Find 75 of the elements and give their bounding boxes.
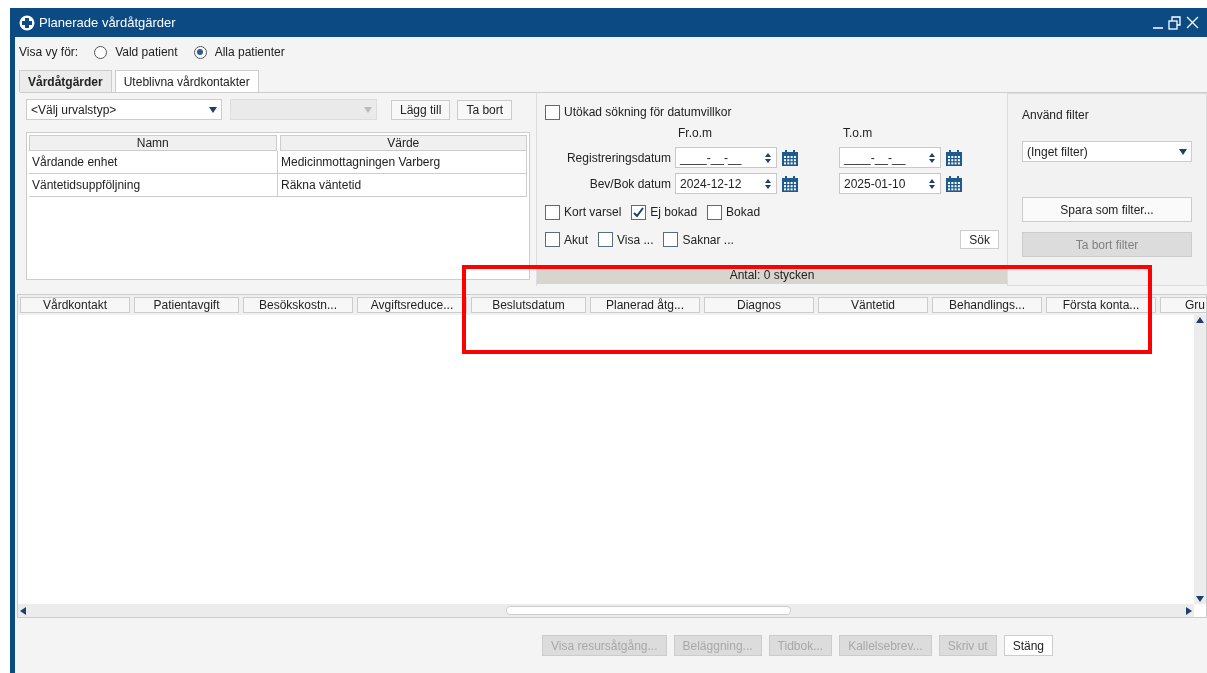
selection-type-dropdown[interactable]: <Välj urvalstyp> <box>26 99 222 120</box>
checkbox-label: Akut <box>564 231 588 249</box>
spinner-icon[interactable] <box>764 151 772 164</box>
checkbox[interactable] <box>545 204 560 220</box>
caret-icon <box>364 106 372 113</box>
filter-button[interactable]: Spara som filter... <box>1022 197 1192 222</box>
date-field[interactable]: ____-__-__ <box>675 147 777 168</box>
horizontal-scrollbar[interactable] <box>18 604 1194 617</box>
window-title: Planerade vårdåtgärder <box>39 13 176 32</box>
date-field[interactable]: ____-__-__ <box>839 147 941 168</box>
date-label: Bev/Bok datum <box>588 175 672 193</box>
column-header[interactable]: Besökskostn... <box>243 297 353 313</box>
radio-button[interactable] <box>193 45 207 59</box>
calendar-icon[interactable] <box>781 174 799 193</box>
to-label: T.o.m <box>843 125 873 142</box>
checkbox[interactable] <box>598 232 613 247</box>
radio-button[interactable] <box>94 45 108 59</box>
from-label: Fr.o.m <box>678 125 713 142</box>
checkbox-label: Saknar ... <box>682 231 734 249</box>
scroll-right-icon[interactable] <box>1186 606 1192 615</box>
filter-label: Använd filter <box>1022 107 1090 124</box>
spinner-icon[interactable] <box>764 177 772 190</box>
column-header[interactable]: Patientavgift <box>134 297 239 313</box>
table-cell: Räkna väntetid <box>278 174 527 196</box>
calendar-icon[interactable] <box>945 174 963 193</box>
table-cell: Vårdande enhet <box>29 151 278 173</box>
column-header[interactable]: Vårdkontakt <box>20 297 130 313</box>
column-header[interactable]: Första konta... <box>1046 297 1156 313</box>
checkbox-label: Utökad sökning för datumvillkor <box>564 104 732 121</box>
column-header[interactable]: Gru <box>1160 297 1206 313</box>
column-header[interactable]: Beslutsdatum <box>471 297 586 313</box>
column-header[interactable]: Avgiftsreduce... <box>357 297 467 313</box>
action-button[interactable]: Lägg till <box>391 99 451 120</box>
checkbox-label: Bokad <box>726 204 761 221</box>
date-field[interactable]: 2025-01-10 <box>839 173 941 194</box>
search-button[interactable]: Sök <box>960 230 999 249</box>
checkbox[interactable] <box>663 232 679 247</box>
column-header[interactable]: Planerad åtg... <box>590 297 700 313</box>
checkbox[interactable] <box>707 204 723 220</box>
scroll-up-icon[interactable] <box>1196 317 1204 323</box>
checkbox[interactable] <box>545 104 560 120</box>
checkbox[interactable] <box>631 204 647 220</box>
calendar-icon[interactable] <box>945 148 963 167</box>
column-header[interactable]: Namn <box>29 135 277 151</box>
caret-icon <box>1179 148 1187 155</box>
view-label: Visa vy för: <box>19 44 79 61</box>
radio-label: Vald patient <box>115 44 178 61</box>
checkbox-label: Ej bokad <box>650 204 698 221</box>
column-header[interactable]: Värde <box>279 135 527 151</box>
table-cell: Medicinmottagningen Varberg <box>278 151 527 173</box>
spinner-icon[interactable] <box>928 151 936 164</box>
tab[interactable]: Uteblivna vårdkontakter <box>114 70 259 92</box>
calendar-icon[interactable] <box>781 148 799 167</box>
column-header[interactable]: Diagnos <box>704 297 814 313</box>
scroll-down-icon[interactable] <box>1196 596 1204 602</box>
checkbox-label: Kort varsel <box>564 204 622 221</box>
footer-button[interactable]: Stäng <box>1003 635 1053 656</box>
tab[interactable]: Vårdåtgärder <box>19 70 112 92</box>
close-icon[interactable] <box>1186 16 1199 29</box>
date-field[interactable]: 2024-12-12 <box>675 173 777 194</box>
table-cell: Väntetidsuppföljning <box>29 174 278 196</box>
cross-icon <box>19 14 35 31</box>
restore-icon[interactable] <box>1168 15 1182 30</box>
date-label: Registreringsdatum <box>565 149 672 167</box>
filter-dropdown[interactable]: (Inget filter) <box>1022 141 1192 162</box>
column-header[interactable]: Väntetid <box>818 297 928 313</box>
spinner-icon[interactable] <box>928 177 936 190</box>
action-button[interactable]: Ta bort <box>457 99 513 120</box>
vertical-scrollbar[interactable] <box>1194 315 1206 604</box>
checkbox-label: Visa ... <box>617 231 654 249</box>
radio-label: Alla patienter <box>214 44 285 61</box>
column-header[interactable]: Behandlings... <box>932 297 1042 313</box>
checkbox[interactable] <box>545 232 560 247</box>
caret-icon <box>209 106 217 113</box>
scroll-left-icon[interactable] <box>20 606 26 615</box>
